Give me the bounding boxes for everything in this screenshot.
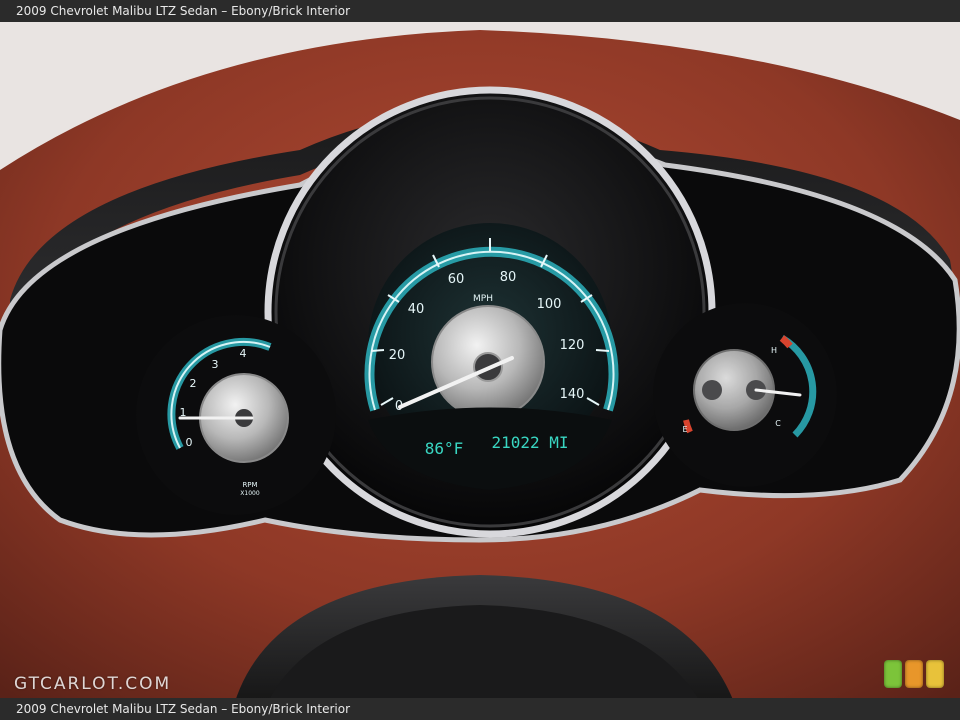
yellow-light-icon	[926, 660, 944, 688]
photo-viewer: 2009 Chevrolet Malibu LTZ Sedan – Ebony/…	[0, 0, 960, 720]
speed-label-20: 20	[389, 348, 406, 363]
speedometer: 0 20 40 60 80 100 120 140 MPH 86°F 21022…	[364, 223, 619, 490]
caption-bar-top: 2009 Chevrolet Malibu LTZ Sedan – Ebony/…	[0, 0, 960, 22]
rpm-label-4: 4	[240, 347, 247, 360]
speed-label-140: 140	[560, 387, 585, 402]
rpm-label-0: 0	[186, 436, 193, 449]
speed-label-120: 120	[560, 338, 585, 353]
speed-label-40: 40	[408, 302, 425, 317]
green-light-icon	[884, 660, 902, 688]
caption-text-bottom: 2009 Chevrolet Malibu LTZ Sedan – Ebony/…	[16, 702, 351, 716]
watermark-logo: GTCARLOT.COM	[14, 674, 172, 694]
speed-label-80: 80	[500, 270, 517, 285]
tachometer: 0 1 2 3 4 RPM X1000	[136, 315, 336, 515]
temp-cold-label: C	[775, 419, 781, 428]
speed-label-60: 60	[448, 272, 465, 287]
rpm-label-3: 3	[212, 358, 219, 371]
caption-text-top: 2009 Chevrolet Malibu LTZ Sedan – Ebony/…	[16, 4, 351, 18]
status-lights	[884, 660, 946, 688]
rpm-unit: RPM	[242, 481, 257, 489]
caption-bar-bottom: 2009 Chevrolet Malibu LTZ Sedan – Ebony/…	[0, 698, 960, 720]
rpm-label-2: 2	[190, 377, 197, 390]
fuel-empty-label: E	[682, 425, 687, 434]
speed-label-100: 100	[537, 297, 562, 312]
odometer-readout: 21022 MI	[491, 433, 568, 452]
orange-light-icon	[905, 660, 923, 688]
speed-unit: MPH	[473, 294, 493, 304]
rpm-multiplier: X1000	[240, 490, 260, 497]
temp-hot-label: H	[771, 346, 777, 355]
instrument-cluster-photo: 0 20 40 60 80 100 120 140 MPH 86°F 21022…	[0, 0, 960, 720]
outside-temp-readout: 86°F	[425, 439, 464, 458]
temp-fuel-gauge: H C E	[653, 303, 837, 487]
